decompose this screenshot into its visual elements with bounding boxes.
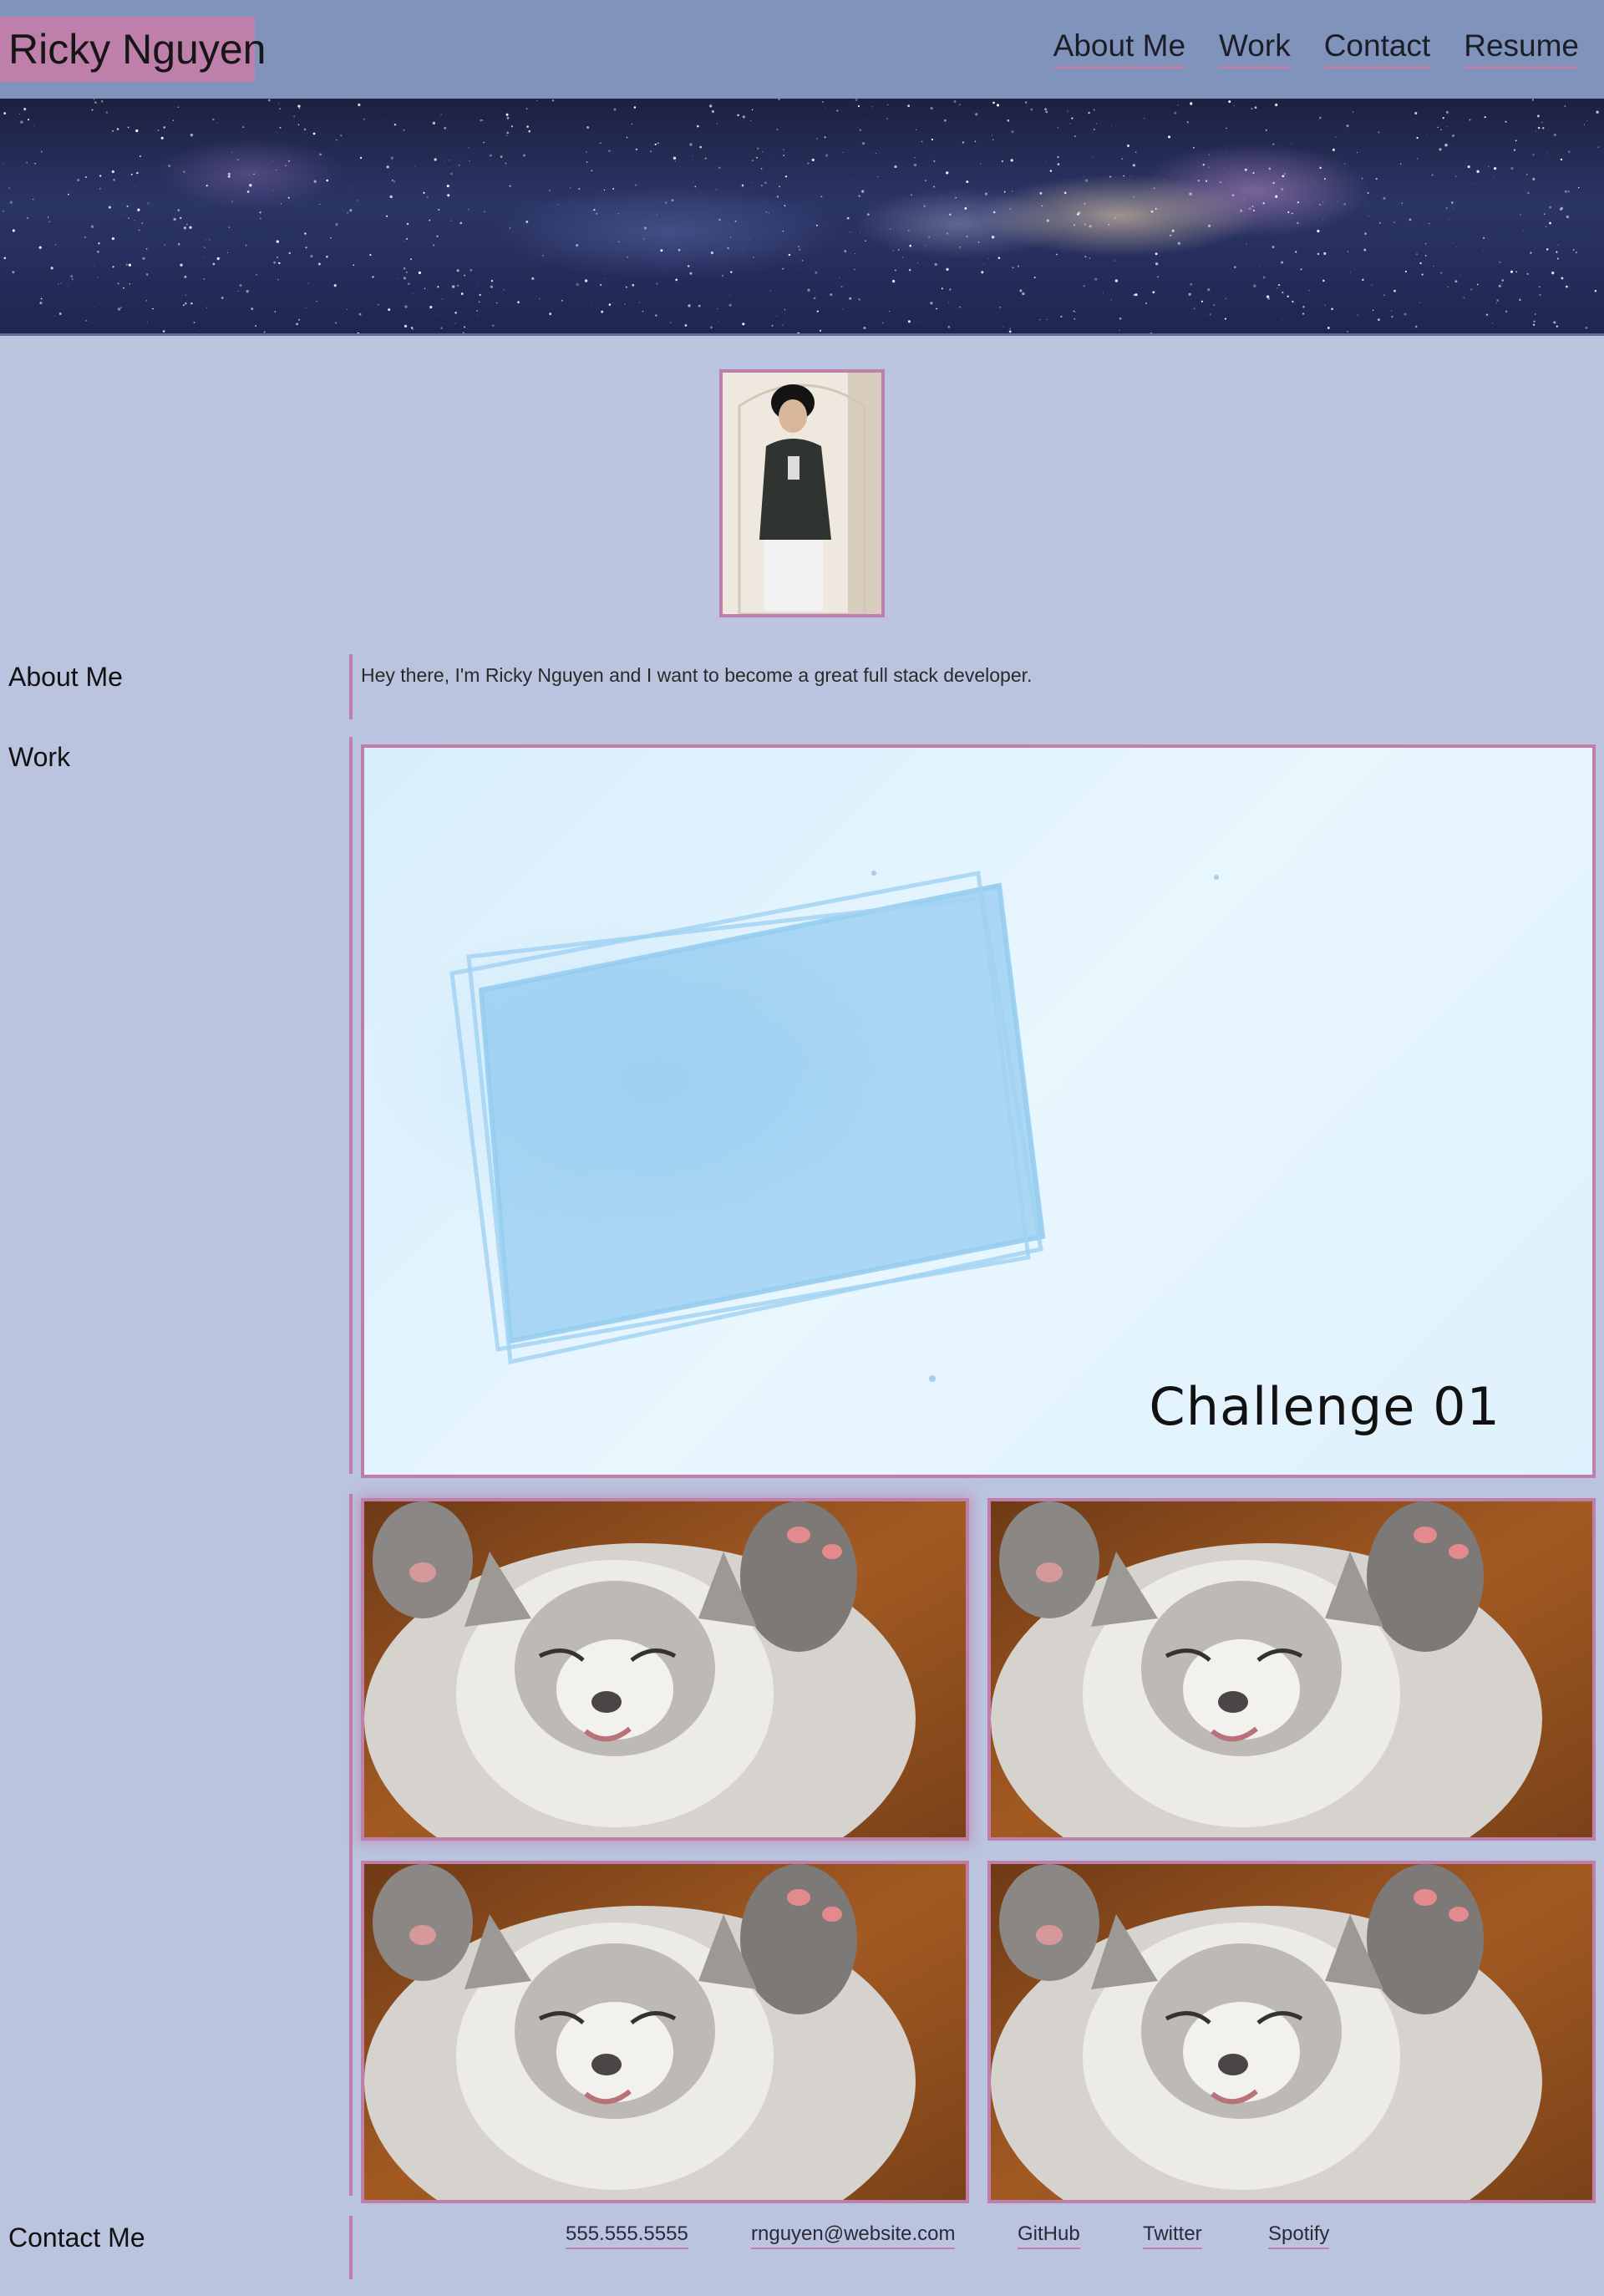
kitten-image (364, 1501, 966, 1837)
contact-twitter-link[interactable]: Twitter (1143, 2222, 1202, 2249)
work-project-tile-2[interactable] (987, 1498, 1596, 1841)
hero-galaxy-banner (0, 99, 1604, 336)
work-featured-project[interactable]: Challenge 01 (361, 744, 1596, 1478)
kitten-image (991, 1864, 1592, 2200)
work-heading: Work (8, 742, 71, 772)
work-featured-caption: Challenge 01 (1149, 1376, 1500, 1437)
nav-work[interactable]: Work (1219, 28, 1291, 69)
kitten-image (991, 1501, 1592, 1837)
nav-contact[interactable]: Contact (1323, 28, 1431, 69)
site-header: Ricky Nguyen About Me Work Contact Resum… (0, 0, 1604, 99)
kitten-image (364, 1864, 966, 2200)
about-text: Hey there, I'm Ricky Nguyen and I want t… (361, 664, 1033, 686)
contact-divider (349, 2216, 353, 2279)
nav-about-me[interactable]: About Me (1053, 28, 1186, 69)
contact-heading: Contact Me (8, 2222, 145, 2253)
nav-resume[interactable]: Resume (1464, 28, 1579, 69)
contact-spotify-link[interactable]: Spotify (1268, 2222, 1330, 2249)
contact-github-link[interactable]: GitHub (1018, 2222, 1080, 2249)
about-divider (349, 654, 353, 719)
work-project-tile-3[interactable] (361, 1861, 969, 2203)
site-brand[interactable]: Ricky Nguyen (0, 17, 266, 82)
contact-email-link[interactable]: rnguyen@website.com (751, 2222, 956, 2249)
work-divider (349, 737, 353, 1474)
profile-photo (719, 369, 885, 617)
work-project-tile-4[interactable] (987, 1861, 1596, 2203)
starfield-image (2, 99, 1600, 333)
main-nav: About Me Work Contact Resume (1053, 28, 1579, 69)
about-heading: About Me (8, 662, 123, 692)
contact-phone-link[interactable]: 555.555.5555 (566, 2222, 688, 2249)
work-project-tile-1[interactable] (361, 1498, 969, 1841)
work-divider-lower (349, 1494, 353, 2196)
